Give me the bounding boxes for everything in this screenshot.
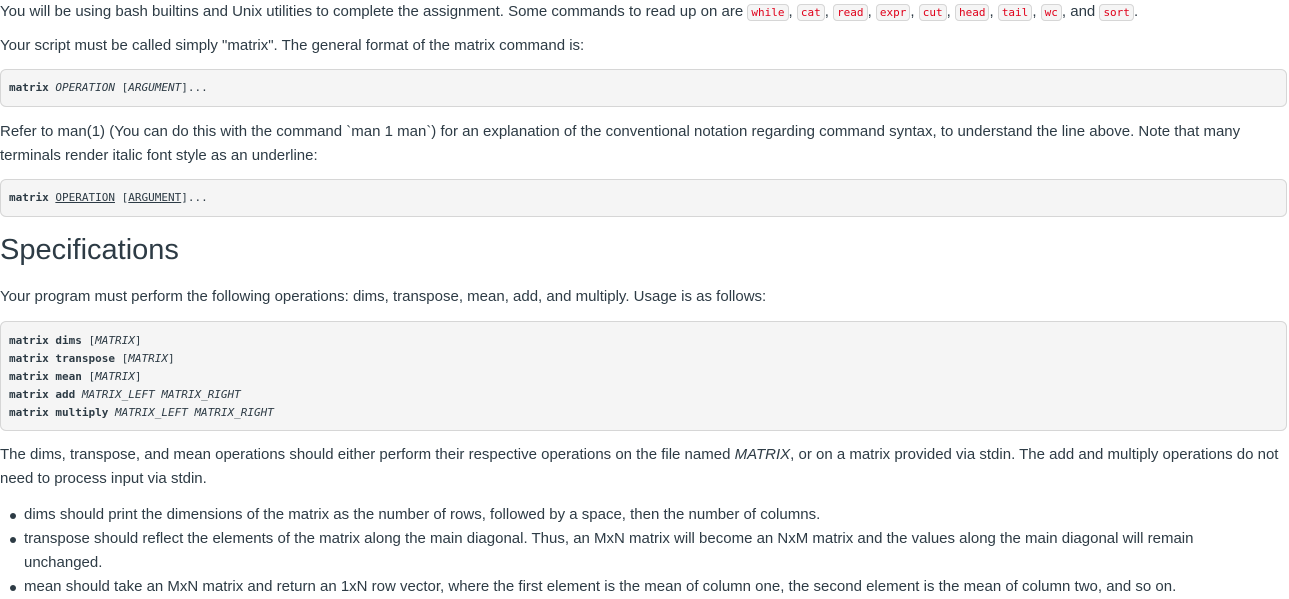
inline-code-expr: expr — [875, 4, 911, 21]
code-args: MATRIX_LEFT MATRIX_RIGHT — [81, 388, 241, 401]
inline-code-cut: cut — [918, 4, 947, 21]
list-item-mean: mean should take an MxN matrix and retur… — [10, 575, 1264, 599]
operations-list: dims should print the dimensions of the … — [0, 503, 1264, 599]
bracket-close: ]... — [181, 191, 208, 204]
inline-code-cat: cat — [796, 4, 825, 21]
code-args: MATRIX_LEFT MATRIX_RIGHT — [114, 406, 274, 419]
inline-code-head: head — [954, 4, 990, 21]
code-command: matrix dims — [9, 334, 82, 347]
bracket-open: [ — [114, 191, 129, 204]
code-command: matrix add — [9, 388, 76, 401]
code-args: MATRIX — [95, 370, 135, 383]
usage-command: matrix — [9, 191, 49, 204]
code-command: matrix mean — [9, 370, 82, 383]
usage-code-block: matrix OPERATION [ARGUMENT]... — [0, 69, 1287, 107]
stdin-paragraph: The dims, transpose, and mean operations… — [0, 443, 1289, 491]
inline-code-wc: wc — [1040, 4, 1062, 21]
bracket-close: ]... — [181, 81, 208, 94]
bracket-open: [ — [114, 81, 129, 94]
specifications-heading: Specifications — [0, 234, 179, 266]
inline-code-tail: tail — [997, 4, 1033, 21]
stdin-text-before: The dims, transpose, and mean operations… — [0, 446, 735, 463]
intro-paragraph: You will be using bash builtins and Unix… — [0, 3, 1139, 21]
code-line-dims: matrix dims [MATRIX] — [9, 334, 142, 347]
period: . — [1133, 3, 1139, 20]
usage-underline-code-block: matrix OPERATION [ARGUMENT]... — [0, 179, 1287, 217]
list-item-dims: dims should print the dimensions of the … — [10, 503, 1264, 527]
code-line-add: matrix add MATRIX_LEFT MATRIX_RIGHT — [9, 386, 1278, 404]
code-line-multiply: matrix multiply MATRIX_LEFT MATRIX_RIGHT — [9, 404, 1278, 422]
usage-argument: ARGUMENT — [128, 81, 182, 94]
list-item-transpose: transpose should reflect the elements of… — [10, 527, 1264, 575]
operations-code-block: matrix dims [MATRIX] matrix transpose [M… — [0, 321, 1287, 431]
man-paragraph: Refer to man(1) (You can do this with th… — [0, 123, 1241, 164]
and-text: , and — [1061, 3, 1100, 20]
code-line-transpose: matrix transpose [MATRIX] — [9, 352, 175, 365]
code-args: MATRIX — [95, 334, 135, 347]
code-command: matrix transpose — [9, 352, 115, 365]
operations-paragraph: Your program must perform the following … — [0, 288, 767, 305]
usage-argument: ARGUMENT — [128, 191, 182, 204]
format-intro-paragraph: Your script must be called simply "matri… — [0, 37, 585, 54]
usage-operation: OPERATION — [55, 191, 115, 204]
code-line-mean: matrix mean [MATRIX] — [9, 370, 142, 383]
matrix-italic: MATRIX — [734, 446, 791, 463]
code-args: MATRIX — [128, 352, 168, 365]
usage-operation: OPERATION — [55, 81, 115, 94]
inline-code-sort: sort — [1099, 4, 1134, 21]
usage-command: matrix — [9, 81, 49, 94]
code-command: matrix multiply — [9, 406, 109, 419]
intro-text: You will be using bash builtins and Unix… — [0, 3, 748, 20]
inline-code-read: read — [833, 4, 868, 21]
inline-code-while: while — [747, 4, 789, 21]
